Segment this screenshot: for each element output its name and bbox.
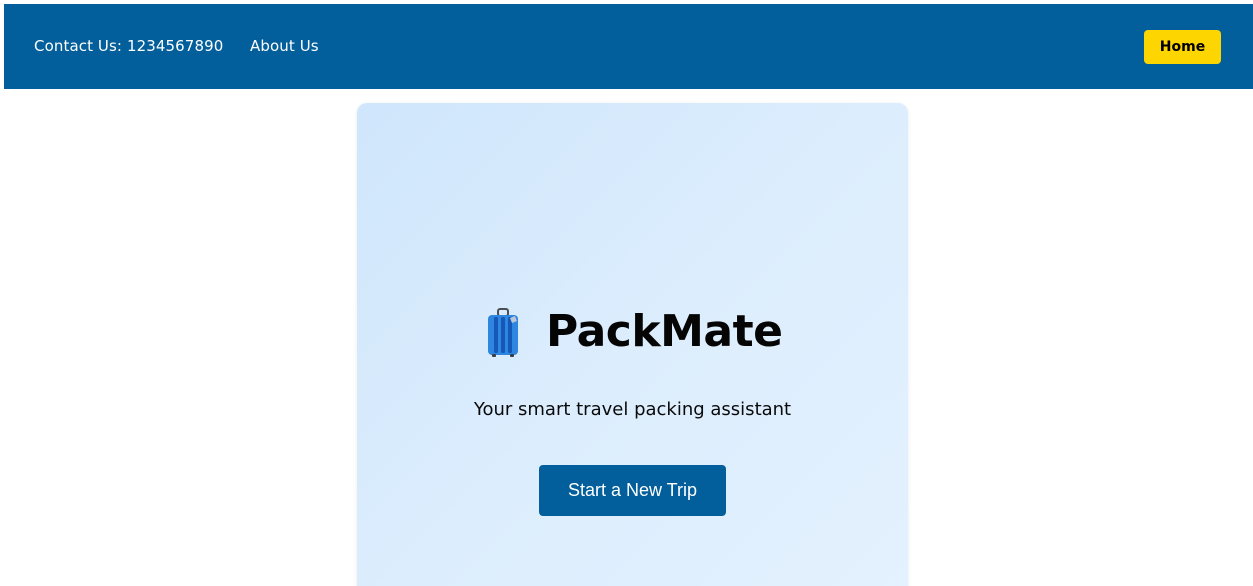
brand-title: PackMate — [546, 306, 783, 357]
home-button[interactable]: Home — [1144, 30, 1221, 64]
start-new-trip-button[interactable]: Start a New Trip — [539, 465, 726, 516]
nav-about-link[interactable]: About Us — [250, 37, 319, 55]
suitcase-icon — [486, 308, 520, 358]
nav-contact-link[interactable]: Contact Us: 1234567890 — [34, 37, 223, 55]
hero-card: PackMate Your smart travel packing assis… — [357, 103, 908, 586]
page: Contact Us: 1234567890 About Us Home Pac… — [0, 0, 1253, 586]
hero-tagline: Your smart travel packing assistant — [473, 399, 792, 420]
top-navbar: Contact Us: 1234567890 About Us Home — [4, 4, 1253, 89]
brand-row: PackMate — [357, 306, 908, 358]
